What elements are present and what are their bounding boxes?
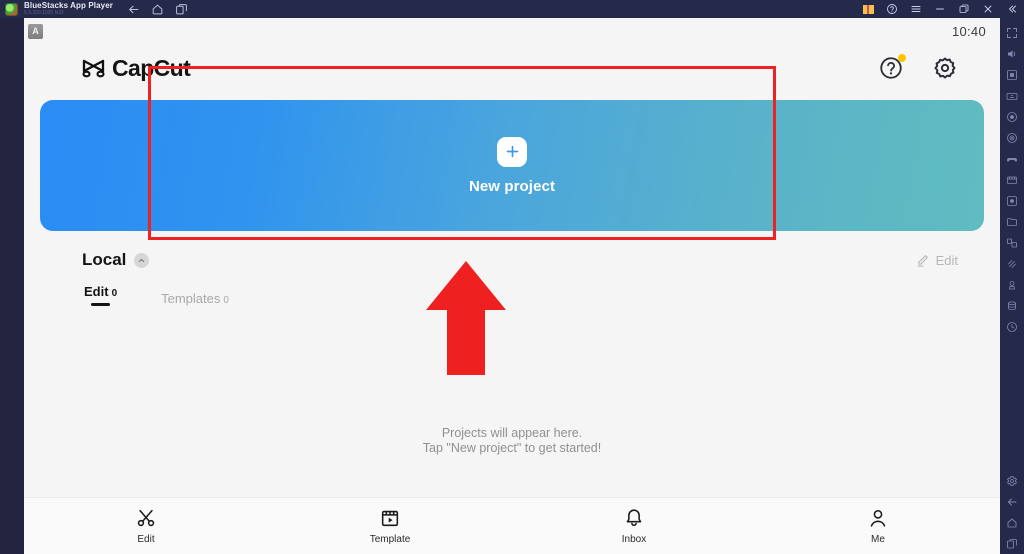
location-icon[interactable] [1000, 190, 1024, 211]
multi-instance-manager-icon[interactable] [1000, 232, 1024, 253]
window-title-block: BlueStacks App Player 5.9.350.1035 N32 [24, 2, 113, 16]
maximize-icon[interactable] [958, 3, 970, 15]
shake-icon[interactable] [1000, 253, 1024, 274]
hamburger-menu-icon[interactable] [910, 3, 922, 15]
nav-item-me-label: Me [871, 534, 885, 545]
tab-templates-row: Templates 0 [161, 291, 229, 306]
bluestacks-sidebar [1000, 18, 1024, 554]
window-version: 5.9.350.1035 N32 [24, 10, 64, 16]
bluestacks-logo-icon [5, 2, 18, 16]
empty-state-line1: Projects will appear here. [441, 426, 583, 440]
brand-name: CapCut [112, 54, 191, 81]
projects-edit-button[interactable]: Edit [915, 253, 958, 268]
capcut-logo-icon [82, 59, 105, 77]
nav-item-edit-label: Edit [137, 534, 155, 545]
recents-icon[interactable] [1000, 533, 1024, 554]
android-app-viewport: A 10:40 CapCut New project Local Edit Ed… [24, 18, 1000, 554]
nav-item-edit[interactable]: Edit [24, 507, 268, 545]
annotation-arrow-up [426, 261, 506, 375]
settings-gear-icon[interactable] [1000, 470, 1024, 491]
help-notification-badge [898, 54, 906, 62]
android-status-bar: A 10:40 [24, 18, 1000, 44]
window-controls [863, 0, 1018, 18]
nav-item-inbox-label: Inbox [621, 534, 647, 545]
gear-icon[interactable] [932, 55, 958, 81]
fullscreen-icon[interactable] [1000, 22, 1024, 43]
local-title-group[interactable]: Local [82, 250, 150, 270]
tab-edit[interactable]: Edit 0 [84, 284, 117, 306]
tab-edit-row: Edit 0 [84, 284, 117, 299]
projects-edit-label: Edit [935, 252, 958, 268]
eco-mode-icon[interactable] [1000, 274, 1024, 295]
volume-icon[interactable] [1000, 43, 1024, 64]
collapse-icon[interactable] [1006, 3, 1018, 15]
status-app-badge: A [28, 23, 43, 39]
bell-icon [626, 509, 642, 526]
nav-item-me[interactable]: Me [756, 507, 1000, 545]
gift-icon[interactable] [863, 4, 874, 14]
empty-state-message: Projects will appear here. Tap "New proj… [24, 426, 1000, 457]
disk-cleanup-icon[interactable] [1000, 295, 1024, 316]
bottom-navigation: Edit Template Inbox Me [24, 497, 1000, 554]
local-tabs: Edit 0 Templates 0 [24, 284, 1000, 306]
nav-item-template-label: Template [369, 534, 411, 545]
gamepad-icon[interactable] [1000, 148, 1024, 169]
clapperboard-play-icon [381, 510, 399, 527]
back-arrow-icon[interactable] [1000, 491, 1024, 512]
header-actions [878, 54, 958, 81]
person-icon [870, 509, 886, 527]
window-titlebar: BlueStacks App Player 5.9.350.1035 N32 [0, 0, 1024, 18]
keyboard-controls-icon[interactable] [1000, 85, 1024, 106]
tab-templates-count: 0 [223, 295, 229, 306]
scissors-icon [137, 509, 155, 527]
close-icon[interactable] [982, 3, 994, 15]
rotate-icon[interactable] [1000, 316, 1024, 337]
status-clock: 10:40 [951, 23, 986, 39]
multi-instance-icon[interactable] [175, 3, 188, 16]
home-icon[interactable] [151, 3, 164, 16]
tab-templates-label: Templates [161, 291, 221, 306]
screenshot-icon[interactable] [1000, 64, 1024, 85]
capcut-brand: CapCut [82, 54, 191, 82]
new-project-label: New project [468, 177, 556, 195]
tab-edit-count: 0 [111, 288, 118, 299]
app-header: CapCut [24, 44, 1000, 92]
help-circle-icon[interactable] [886, 3, 898, 15]
record-icon[interactable] [1000, 106, 1024, 127]
minimize-icon[interactable] [934, 3, 946, 15]
chevron-up-icon[interactable] [134, 252, 150, 268]
folder-icon[interactable] [1000, 211, 1024, 232]
macro-icon[interactable] [1000, 127, 1024, 148]
home-icon[interactable] [1000, 512, 1024, 533]
tab-templates[interactable]: Templates 0 [161, 291, 229, 306]
bluestacks-window: BlueStacks App Player 5.9.350.1035 N32 A… [0, 0, 1024, 554]
nav-item-template[interactable]: Template [268, 507, 512, 545]
empty-state-line2: Tap "New project" to get started! [422, 441, 602, 456]
window-title: BlueStacks App Player [24, 1, 113, 10]
tab-edit-label: Edit [84, 284, 109, 299]
media-manager-icon[interactable] [1000, 169, 1024, 190]
tab-active-underline [91, 303, 111, 306]
pencil-icon [917, 254, 928, 267]
nav-item-inbox[interactable]: Inbox [512, 507, 756, 545]
plus-icon[interactable] [497, 136, 527, 167]
titlebar-nav-icons [127, 3, 188, 16]
local-section-header: Local Edit [24, 250, 1000, 270]
help-circle-icon[interactable] [878, 54, 906, 81]
local-title: Local [82, 250, 127, 269]
back-arrow-icon[interactable] [127, 3, 140, 16]
new-project-banner[interactable]: New project [40, 100, 984, 231]
